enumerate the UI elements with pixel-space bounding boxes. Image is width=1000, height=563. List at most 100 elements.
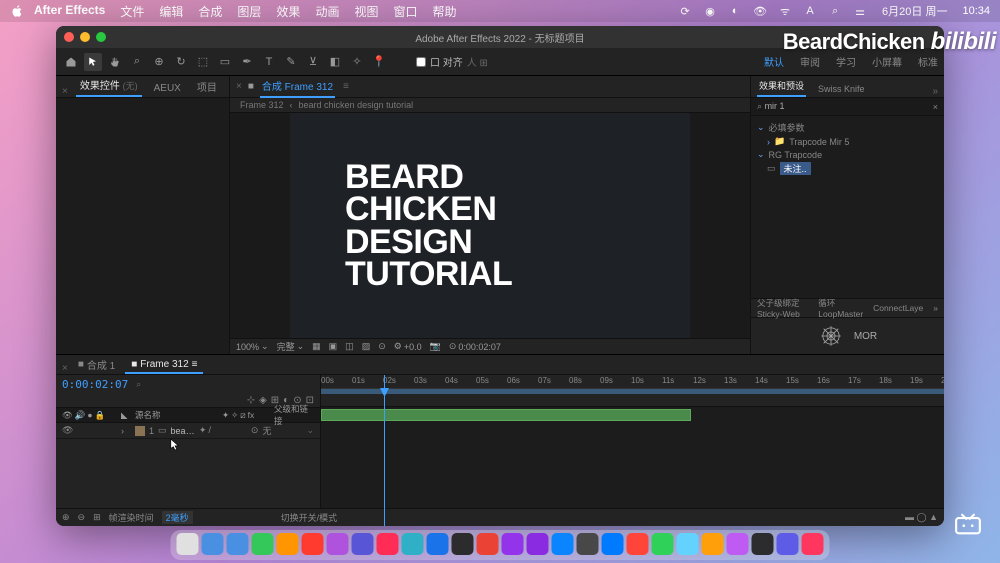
brush-tool[interactable]: ✎ bbox=[282, 53, 300, 71]
control-center-icon[interactable]: ⚌ bbox=[853, 4, 867, 18]
dock-app-7[interactable] bbox=[352, 533, 374, 555]
ws-small[interactable]: 小屏幕 bbox=[872, 54, 902, 69]
tl-foot-icon3[interactable]: ⊞ bbox=[93, 512, 101, 523]
ec-group-1[interactable]: 必填参数 bbox=[769, 121, 805, 134]
dock-app-12[interactable] bbox=[477, 533, 499, 555]
pen-tool[interactable]: ✒ bbox=[238, 53, 256, 71]
rect-tool[interactable]: ▭ bbox=[216, 53, 234, 71]
close-button[interactable] bbox=[64, 32, 74, 42]
dock-app-4[interactable] bbox=[277, 533, 299, 555]
exposure[interactable]: ⚙ +0.0 bbox=[394, 341, 422, 352]
dock-app-25[interactable] bbox=[802, 533, 824, 555]
dock-app-16[interactable] bbox=[577, 533, 599, 555]
snapshot-icon[interactable]: 📷 bbox=[430, 341, 441, 352]
timeline-layer-row[interactable]: 👁 › 1 ▭ beard c... ...tutorial ✦/ ⊙ 无 ⌄ bbox=[56, 423, 320, 439]
ec-item-selected[interactable]: 未注.. bbox=[780, 162, 811, 175]
timecode-icon[interactable]: ⊙ bbox=[378, 341, 386, 352]
hand-tool[interactable] bbox=[106, 53, 124, 71]
zoom-dropdown[interactable]: 100% ⌄ bbox=[236, 341, 269, 352]
wifi-icon[interactable]: ᯤ bbox=[778, 4, 792, 18]
project-tab[interactable]: 项目 bbox=[193, 76, 221, 97]
mask-icon[interactable]: ▣ bbox=[329, 341, 338, 352]
dock-app-24[interactable] bbox=[777, 533, 799, 555]
effect-controls-body[interactable] bbox=[56, 98, 229, 354]
tl-foot-icon2[interactable]: ⊖ bbox=[78, 512, 86, 523]
home-tool[interactable] bbox=[62, 53, 80, 71]
comp-path-1[interactable]: Frame 312 bbox=[240, 100, 284, 110]
dock-app-22[interactable] bbox=[727, 533, 749, 555]
search-icon[interactable]: ⌕ bbox=[828, 4, 842, 18]
tl-tab-2[interactable]: ■ Frame 312 ≡ bbox=[125, 357, 203, 374]
tl-tool-2[interactable]: ◈ bbox=[259, 395, 267, 406]
behind-tool[interactable]: ⬚ bbox=[194, 53, 212, 71]
ec-item-1[interactable]: Trapcode Mir 5 bbox=[789, 137, 849, 147]
menubar-time[interactable]: 10:34 bbox=[962, 5, 990, 17]
menu-anim[interactable]: 动画 bbox=[315, 3, 339, 20]
ws-default[interactable]: 默认 bbox=[764, 54, 784, 69]
dock-app-10[interactable] bbox=[427, 533, 449, 555]
effect-controls-list[interactable]: ⌄必填参数 ›📁 Trapcode Mir 5 ⌄RG Trapcode ▭ 未… bbox=[751, 116, 944, 298]
dock-app-14[interactable] bbox=[527, 533, 549, 555]
sync-icon[interactable]: ⟳ bbox=[678, 4, 692, 18]
selection-tool[interactable] bbox=[84, 53, 102, 71]
dock-app-9[interactable] bbox=[402, 533, 424, 555]
minimize-button[interactable] bbox=[80, 32, 90, 42]
work-area-bar[interactable] bbox=[321, 389, 944, 394]
col-lock-icon[interactable]: 🔒 bbox=[95, 410, 106, 421]
ec-group-2[interactable]: RG Trapcode bbox=[769, 150, 823, 160]
dock-app-20[interactable] bbox=[677, 533, 699, 555]
menubar-date[interactable]: 6月20日 周一 bbox=[882, 3, 947, 19]
timeline-search-icon[interactable]: ⌕ bbox=[136, 379, 141, 390]
orbit-tool[interactable]: ⊕ bbox=[150, 53, 168, 71]
quality-dropdown[interactable]: 完整 ⌄ bbox=[277, 340, 305, 353]
sticky-web-tab[interactable]: 父子级绑定Sticky-Web bbox=[757, 297, 808, 319]
playhead[interactable] bbox=[384, 375, 385, 526]
layer-bar[interactable] bbox=[321, 409, 691, 421]
menu-layer[interactable]: 图层 bbox=[237, 3, 261, 20]
snap-checkbox[interactable] bbox=[416, 57, 426, 67]
col-label-icon[interactable]: ◣ bbox=[121, 410, 131, 421]
layer-eye-icon[interactable]: 👁 bbox=[62, 425, 73, 436]
dock-app-17[interactable] bbox=[602, 533, 624, 555]
zoom-button[interactable] bbox=[96, 32, 106, 42]
effect-controls-tab[interactable]: 效果控件 (无) bbox=[76, 74, 142, 97]
eraser-tool[interactable]: ◧ bbox=[326, 53, 344, 71]
composition-canvas[interactable]: BEARD CHICKEN DESIGN TUTORIAL bbox=[290, 113, 690, 338]
dock-app-1[interactable] bbox=[202, 533, 224, 555]
layer-color-swatch[interactable] bbox=[135, 426, 145, 436]
menu-view[interactable]: 视图 bbox=[354, 3, 378, 20]
dock-app-15[interactable] bbox=[552, 533, 574, 555]
tl-tab-1[interactable]: ■ 合成 1 bbox=[72, 355, 121, 374]
dock-app-18[interactable] bbox=[627, 533, 649, 555]
ws-learn[interactable]: 学习 bbox=[836, 54, 856, 69]
dock-app-8[interactable] bbox=[377, 533, 399, 555]
stamp-tool[interactable]: ⊻ bbox=[304, 53, 322, 71]
puppet-tool[interactable]: 📍 bbox=[370, 53, 388, 71]
layer-parent[interactable]: 无 bbox=[262, 424, 302, 437]
menu-comp[interactable]: 合成 bbox=[198, 3, 222, 20]
menu-file[interactable]: 文件 bbox=[120, 3, 144, 20]
dock-app-0[interactable] bbox=[177, 533, 199, 555]
dock-app-3[interactable] bbox=[252, 533, 274, 555]
menu-window[interactable]: 窗口 bbox=[393, 3, 417, 20]
col-speaker-icon[interactable]: 🔊 bbox=[75, 410, 86, 421]
spiderweb-icon[interactable] bbox=[818, 323, 844, 349]
transparency-icon[interactable]: ▨ bbox=[362, 341, 371, 352]
channel-icon[interactable]: ◫ bbox=[345, 341, 354, 352]
menu-effect[interactable]: 效果 bbox=[276, 3, 300, 20]
toggle-switches[interactable]: 切换开关/模式 bbox=[281, 511, 338, 524]
eye-icon[interactable]: 👁 bbox=[753, 4, 767, 18]
aeux-tab[interactable]: AEUX bbox=[150, 80, 185, 97]
tl-foot-icon1[interactable]: ⊕ bbox=[62, 512, 70, 523]
ws-review[interactable]: 审阅 bbox=[800, 54, 820, 69]
dock-app-6[interactable] bbox=[327, 533, 349, 555]
rotate-tool[interactable]: ↻ bbox=[172, 53, 190, 71]
viewer[interactable]: BEARD CHICKEN DESIGN TUTORIAL bbox=[230, 113, 750, 338]
ec-clear-icon[interactable]: × bbox=[933, 102, 938, 112]
dock-app-2[interactable] bbox=[227, 533, 249, 555]
loopmaster-tab[interactable]: 循环LoopMaster bbox=[818, 297, 863, 319]
dock-app-11[interactable] bbox=[452, 533, 474, 555]
menu-help[interactable]: 帮助 bbox=[432, 3, 456, 20]
dock-app-13[interactable] bbox=[502, 533, 524, 555]
dock-app-23[interactable] bbox=[752, 533, 774, 555]
